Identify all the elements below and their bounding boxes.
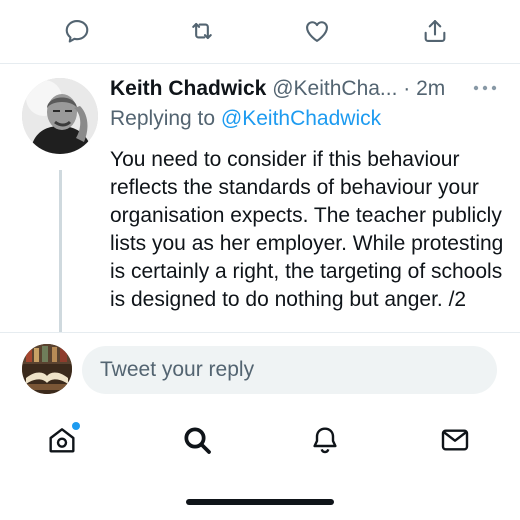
replying-to: Replying to @KeithChadwick bbox=[110, 106, 381, 132]
retweet-icon bbox=[192, 22, 212, 40]
tab-search[interactable] bbox=[177, 420, 217, 460]
reply-tweet[interactable]: Keith Chadwick @KeithCha... · 2m Replyin… bbox=[0, 64, 520, 332]
user-avatar[interactable] bbox=[22, 344, 72, 394]
retweet-action-button[interactable] bbox=[185, 14, 219, 48]
replying-to-prefix: Replying to bbox=[110, 107, 216, 130]
share-action-button[interactable] bbox=[418, 14, 452, 48]
search-icon bbox=[184, 427, 211, 454]
share-icon bbox=[424, 20, 446, 42]
tweet-header: Keith Chadwick @KeithCha... · 2m bbox=[110, 76, 445, 102]
reply-input[interactable]: Tweet your reply bbox=[82, 346, 497, 394]
new-content-indicator bbox=[72, 422, 80, 430]
thread-connector-line bbox=[59, 170, 62, 332]
reply-icon bbox=[65, 20, 89, 43]
heart-icon bbox=[306, 21, 328, 42]
mail-icon bbox=[441, 429, 469, 451]
replying-to-mention[interactable]: @KeithChadwick bbox=[221, 107, 381, 130]
tab-home[interactable] bbox=[42, 420, 82, 460]
divider bbox=[0, 332, 520, 333]
tab-messages[interactable] bbox=[435, 420, 475, 460]
reply-action-button[interactable] bbox=[60, 14, 94, 48]
tweet-body: You need to consider if this behaviour r… bbox=[110, 148, 504, 311]
author-avatar[interactable] bbox=[22, 78, 98, 154]
more-icon bbox=[473, 85, 497, 91]
bell-icon bbox=[313, 427, 337, 454]
home-indicator[interactable] bbox=[186, 499, 334, 505]
author-name[interactable]: Keith Chadwick bbox=[110, 77, 266, 100]
tab-notifications[interactable] bbox=[305, 420, 345, 460]
tweet-timestamp[interactable]: · 2m bbox=[403, 77, 445, 100]
more-options-button[interactable] bbox=[470, 78, 500, 98]
tweet-action-bar bbox=[0, 0, 520, 60]
author-handle[interactable]: @KeithCha... bbox=[272, 77, 397, 100]
like-action-button[interactable] bbox=[300, 14, 334, 48]
